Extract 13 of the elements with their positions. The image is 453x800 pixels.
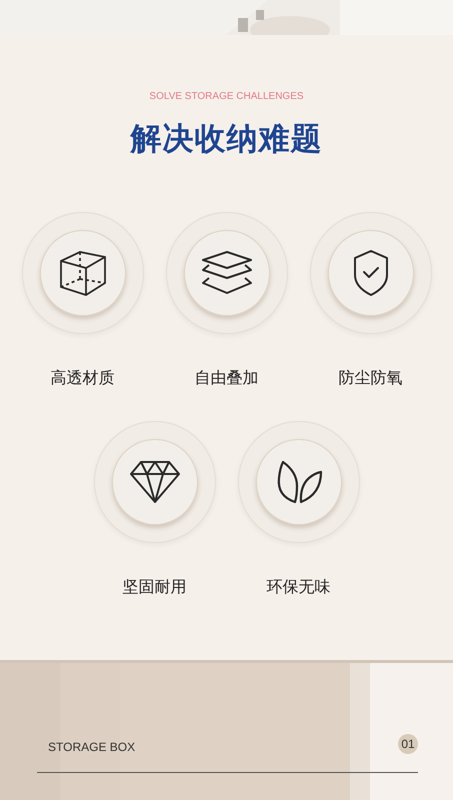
feature-label: 环保无味 xyxy=(266,577,330,598)
section-label: STORAGE BOX xyxy=(48,740,136,754)
feature-label: 防尘防氧 xyxy=(338,368,402,389)
shield-check-icon xyxy=(352,249,388,297)
layers-icon xyxy=(200,250,252,296)
leaves-icon xyxy=(274,460,322,504)
subtitle: SOLVE STORAGE CHALLENGES xyxy=(149,91,304,102)
feature-label: 自由叠加 xyxy=(194,368,258,389)
feature-label: 高透材质 xyxy=(50,368,114,389)
feature-label: 坚固耐用 xyxy=(122,577,186,598)
cube-icon xyxy=(58,248,108,298)
diamond-icon xyxy=(128,460,180,504)
title: 解决收纳难题 xyxy=(130,120,322,159)
